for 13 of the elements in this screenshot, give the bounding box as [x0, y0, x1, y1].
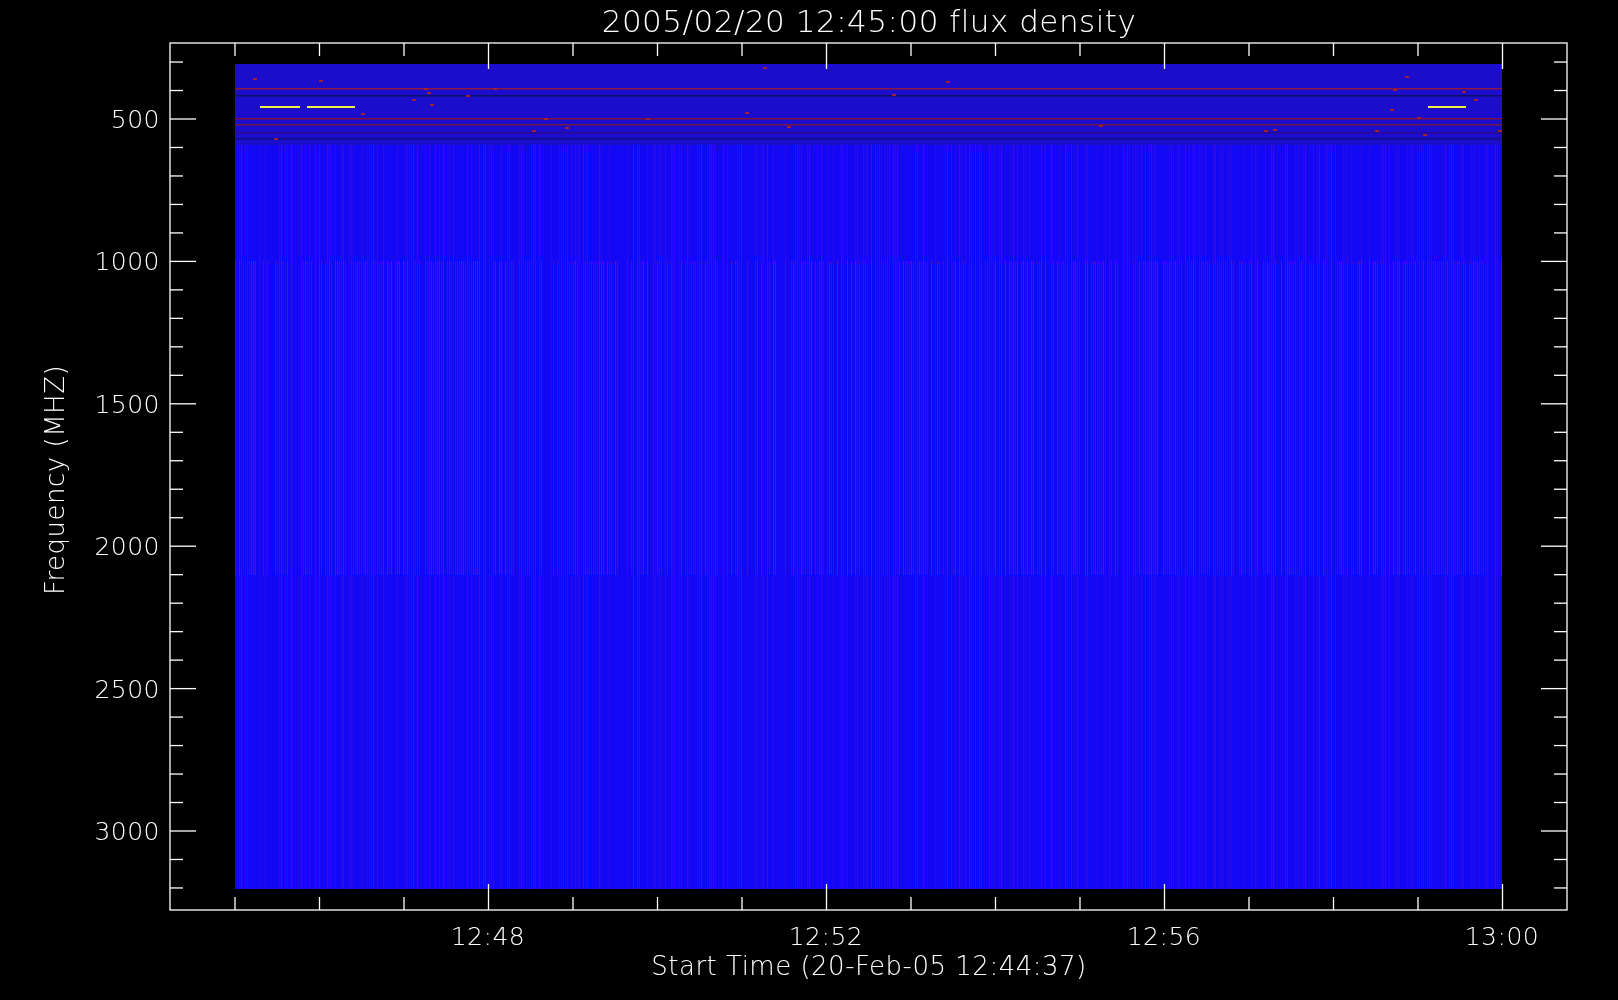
x-tick-label: 12:48: [450, 922, 526, 951]
x-tick-label: 12:56: [1126, 922, 1202, 951]
y-tick-label: 1500: [94, 389, 160, 419]
y-tick-label: 3000: [94, 817, 160, 846]
y-tick-label: 1000: [94, 247, 160, 277]
y-tick-label: 2000: [94, 532, 160, 562]
y-tick-label: 2500: [94, 674, 160, 704]
x-tick-label: 12:52: [788, 922, 864, 951]
chart-title: 2005/02/20 12:45:00 flux density: [601, 3, 1137, 39]
y-axis-title: Frequency (MHZ): [40, 364, 70, 596]
x-axis-title: Start Time (20-Feb-05 12:44:37): [651, 951, 1087, 981]
x-tick-label: 13:00: [1464, 922, 1540, 951]
y-tick-label: 500: [110, 105, 160, 134]
